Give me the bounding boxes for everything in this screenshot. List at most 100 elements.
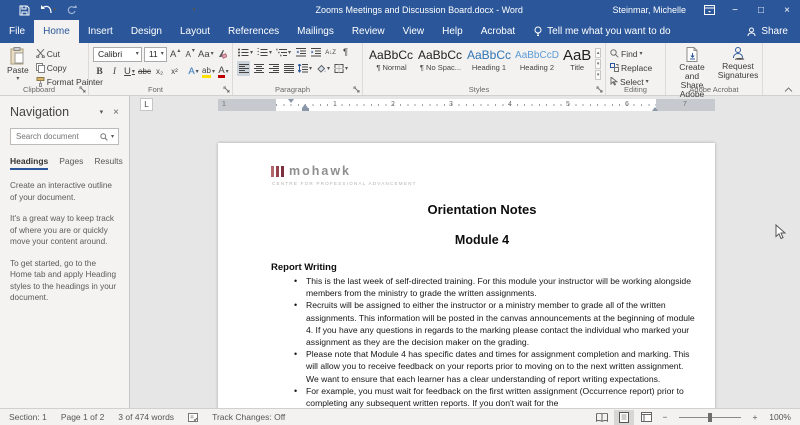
subscript-button[interactable]: x₂ — [153, 64, 166, 79]
right-indent-marker[interactable] — [652, 107, 658, 111]
undo-button[interactable]: ▾ — [36, 0, 60, 20]
bullets-button[interactable]: ▾ — [237, 45, 254, 60]
tab-mailings[interactable]: Mailings — [288, 20, 343, 43]
search-icon[interactable] — [100, 132, 108, 141]
replace-button[interactable]: Replace — [610, 61, 652, 74]
borders-button[interactable]: ▾ — [333, 61, 349, 76]
styles-more-button[interactable]: ▾ — [595, 70, 601, 80]
save-button[interactable] — [12, 0, 36, 20]
increase-indent-button[interactable] — [309, 45, 322, 60]
tab-acrobat[interactable]: Acrobat — [472, 20, 524, 43]
undo-caret-icon[interactable]: ▾ — [53, 7, 56, 13]
numbering-button[interactable]: ▾ — [256, 45, 273, 60]
web-layout-button[interactable] — [636, 410, 656, 425]
navigation-options-caret-icon[interactable]: ▾ — [100, 109, 104, 116]
justify-button[interactable] — [282, 61, 295, 76]
strikethrough-glyph: abc — [138, 67, 151, 76]
page-indicator[interactable]: Page 1 of 2 — [54, 412, 111, 422]
tab-insert[interactable]: Insert — [79, 20, 122, 43]
left-indent-marker[interactable] — [301, 108, 309, 111]
word-count[interactable]: 3 of 474 words — [111, 412, 181, 422]
decrease-indent-button[interactable] — [294, 45, 307, 60]
zoom-in-button[interactable]: + — [748, 410, 762, 425]
collapse-ribbon-button[interactable] — [784, 87, 793, 92]
align-left-button[interactable] — [237, 61, 250, 76]
find-button[interactable]: Find ▾ — [610, 47, 652, 60]
print-layout-button[interactable] — [614, 409, 634, 425]
show-hide-pilcrow-button[interactable]: ¶ — [339, 45, 352, 60]
tab-help[interactable]: Help — [433, 20, 472, 43]
change-case-button[interactable]: Aa ▾ — [198, 47, 214, 62]
track-changes-indicator[interactable]: Track Changes: Off — [205, 412, 292, 422]
section-indicator[interactable]: Section: 1 — [9, 412, 54, 422]
tab-home[interactable]: Home — [34, 20, 79, 43]
italic-button[interactable]: I — [108, 64, 121, 79]
ribbon-display-options-button[interactable] — [696, 0, 722, 20]
font-size-combo[interactable]: 11 ▾ — [143, 46, 167, 62]
proofing-status-button[interactable] — [181, 412, 205, 422]
styles-dialog-launcher[interactable] — [596, 86, 603, 93]
nav-tab-headings[interactable]: Headings — [10, 156, 49, 170]
zoom-slider[interactable] — [679, 412, 741, 422]
style-heading1[interactable]: AaBbCc Heading 1 — [467, 46, 511, 72]
close-button[interactable]: × — [774, 0, 800, 20]
font-name-combo[interactable]: Calibri ▾ — [93, 46, 142, 62]
tab-references[interactable]: References — [219, 20, 288, 43]
style-title[interactable]: AaB Title — [563, 46, 591, 72]
underline-button[interactable]: U ▾ — [123, 64, 136, 79]
nav-tab-results[interactable]: Results — [94, 156, 122, 170]
align-center-button[interactable] — [252, 61, 265, 76]
paragraph-dialog-launcher[interactable] — [353, 86, 360, 93]
grow-font-button[interactable]: A ▴ — [169, 47, 182, 62]
line-spacing-button[interactable]: ▾ — [297, 61, 313, 76]
qat-customize-button[interactable]: ▾ — [182, 0, 206, 20]
tab-view[interactable]: View — [394, 20, 434, 43]
sort-button[interactable]: A↓Z — [324, 45, 337, 60]
request-signatures-button[interactable]: Request Signatures — [718, 46, 758, 81]
search-input[interactable] — [16, 132, 97, 141]
minimize-button[interactable]: − — [722, 0, 748, 20]
bold-button[interactable]: B — [93, 64, 106, 79]
styles-scroll-up-button[interactable]: ▴ — [595, 48, 601, 58]
zoom-slider-thumb[interactable] — [708, 412, 712, 422]
nav-tab-pages[interactable]: Pages — [59, 156, 83, 170]
align-right-button[interactable] — [267, 61, 280, 76]
account-name[interactable]: Steinmar, Michelle — [602, 5, 696, 15]
repeat-button[interactable] — [60, 0, 84, 20]
tell-me-box[interactable]: Tell me what you want to do — [524, 20, 680, 43]
zoom-level[interactable]: 100% — [763, 412, 791, 422]
shrink-font-button[interactable]: A ▾ — [184, 47, 197, 62]
tab-review[interactable]: Review — [343, 20, 394, 43]
tab-design[interactable]: Design — [122, 20, 171, 43]
maximize-button[interactable]: □ — [748, 0, 774, 20]
clipboard-dialog-launcher[interactable] — [79, 86, 86, 93]
style-normal[interactable]: AaBbCcI ¶ Normal — [369, 46, 414, 72]
tab-layout[interactable]: Layout — [171, 20, 219, 43]
font-color-button[interactable]: A ▾ — [217, 64, 230, 79]
search-options-caret-icon[interactable]: ▾ — [111, 134, 114, 140]
navigation-close-icon[interactable]: × — [113, 107, 119, 118]
style-title-sample: AaB — [562, 48, 592, 63]
superscript-button[interactable]: x² — [168, 64, 181, 79]
horizontal-ruler[interactable]: 1 1 2 3 4 5 6 7 — [218, 99, 715, 111]
multilevel-list-button[interactable]: ▾ — [275, 45, 292, 60]
clear-formatting-button[interactable] — [215, 47, 228, 62]
strikethrough-button[interactable]: abc — [138, 64, 151, 79]
tab-file[interactable]: File — [0, 20, 34, 43]
font-dialog-launcher[interactable] — [223, 86, 230, 93]
highlight-color-button[interactable]: ab ▾ — [202, 64, 215, 79]
search-box[interactable]: ▾ — [10, 128, 119, 145]
text-effects-button[interactable]: A ▾ — [187, 64, 200, 79]
first-line-indent-marker[interactable] — [288, 99, 294, 103]
zoom-out-button[interactable]: − — [658, 410, 672, 425]
paste-button[interactable]: Paste ▾ — [4, 46, 32, 83]
styles-scroll-down-button[interactable]: ▾ — [595, 59, 601, 69]
read-mode-button[interactable] — [592, 410, 612, 425]
style-no-spacing[interactable]: AaBbCcI ¶ No Spac... — [418, 46, 463, 72]
style-heading2[interactable]: AaBbCcD Heading 2 — [515, 46, 559, 72]
ruler-number: 5 — [566, 101, 570, 108]
shading-button[interactable]: ▾ — [315, 61, 331, 76]
share-button[interactable]: Share — [735, 20, 800, 43]
document-page[interactable]: mohawk CENTRE FOR PROFESSIONAL ADVANCEME… — [218, 143, 715, 408]
tab-stop-selector[interactable]: L — [140, 98, 153, 111]
